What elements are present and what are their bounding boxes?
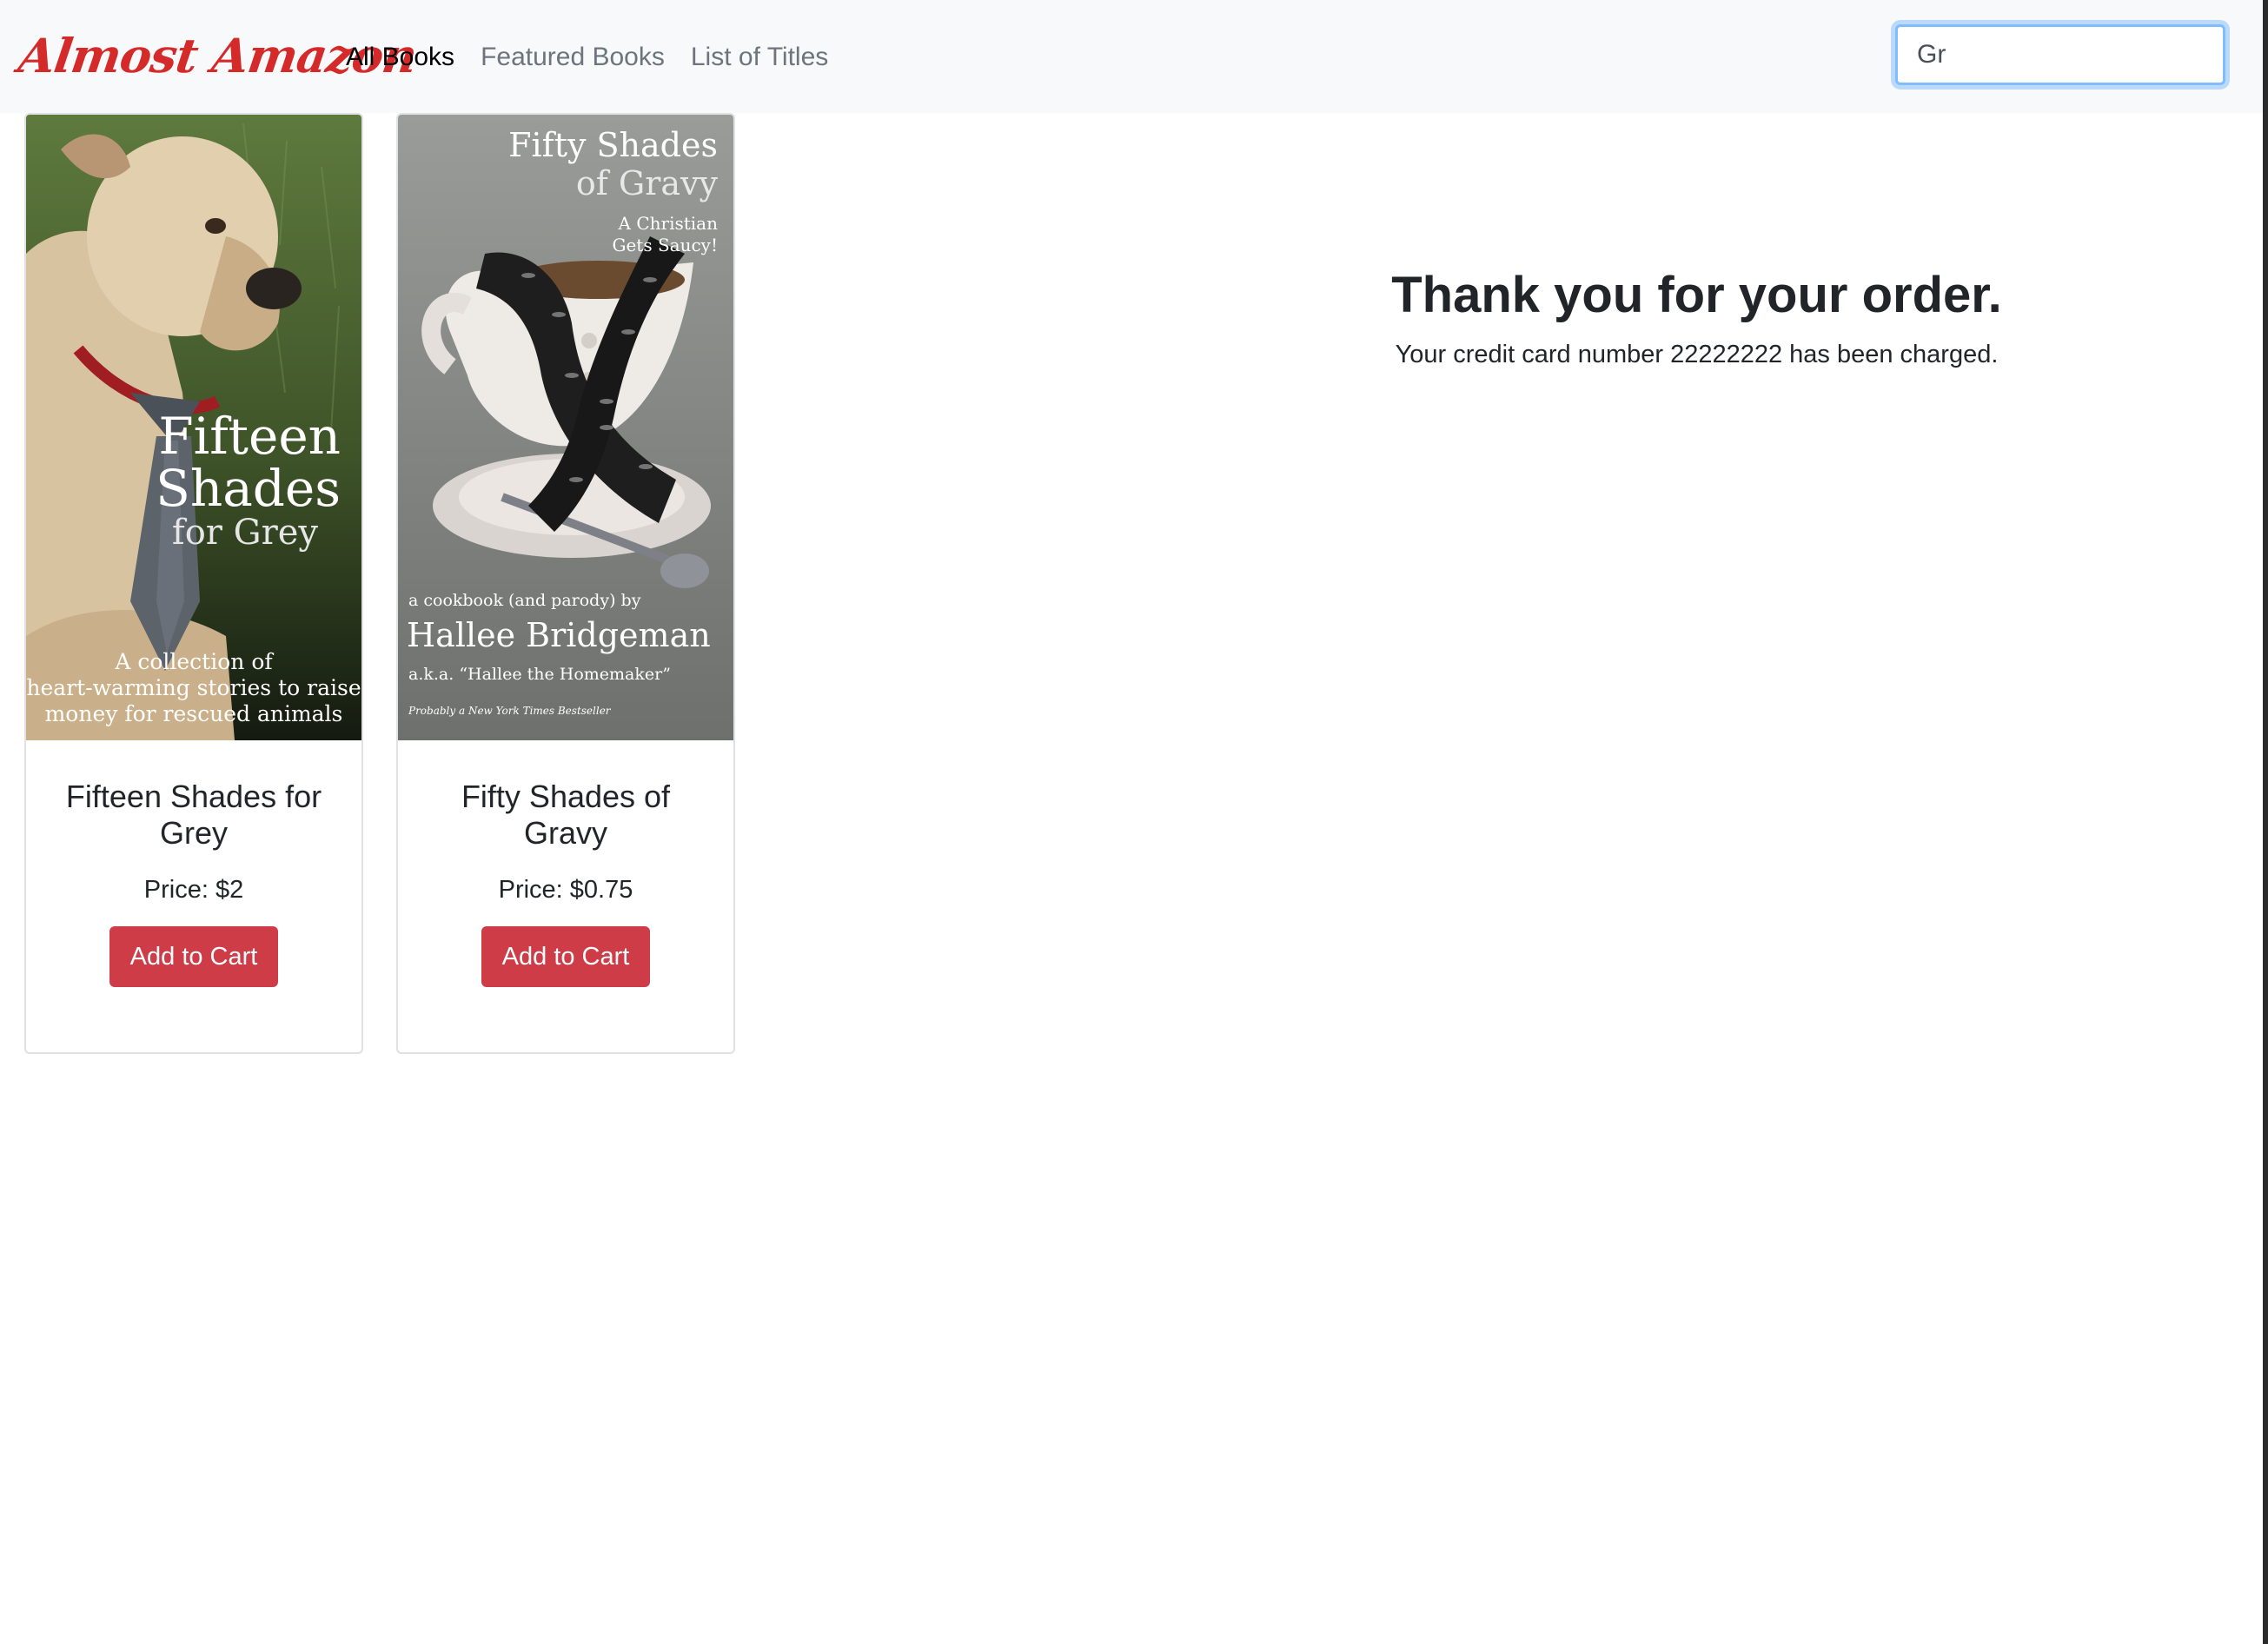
cover-title-line2: of Gravy bbox=[576, 164, 719, 202]
book-title: Fifty Shades of Gravy bbox=[461, 779, 671, 851]
book-price: Price: $0.75 bbox=[498, 876, 633, 904]
book-price: Price: $2 bbox=[143, 876, 244, 904]
cover-title-line1: Fifteen bbox=[158, 407, 341, 466]
book-card-fifteen-shades: Fifteen Shades for Grey A collection of … bbox=[24, 113, 363, 1054]
cover-title-line2: Shades bbox=[156, 459, 341, 518]
add-to-cart-button[interactable]: Add to Cart bbox=[481, 926, 651, 987]
cover-byline: a cookbook (and parody) by bbox=[408, 591, 641, 610]
cover-tagline-line2: heart-warming stories to raise bbox=[26, 675, 361, 700]
navbar: Almost Amazon All Books Featured Books L… bbox=[0, 0, 2263, 113]
nav-links: All Books Featured Books List of Titles bbox=[346, 33, 828, 82]
cover-footer: Probably a New York Times Bestseller bbox=[408, 705, 612, 717]
dog-in-necktie-cover: Fifteen Shades for Grey A collection of … bbox=[26, 115, 361, 740]
cover-tagline-line3: money for rescued animals bbox=[45, 701, 343, 726]
confirmation-heading: Thank you for your order. bbox=[1391, 267, 2002, 323]
order-confirmation: Thank you for your order. Your credit ca… bbox=[1173, 261, 2220, 372]
nav-link-list-of-titles[interactable]: List of Titles bbox=[691, 33, 828, 82]
cover-subtitle-line1: A Christian bbox=[618, 213, 719, 234]
card-body: Fifteen Shades for Grey Price: $2 Add to… bbox=[26, 740, 361, 987]
search-input[interactable] bbox=[1895, 24, 2225, 85]
book-title: Fifteen Shades for Grey bbox=[65, 779, 322, 851]
gravy-boat-cover: Fifty Shades of Gravy A Christian Gets S… bbox=[398, 115, 733, 740]
cover-subtitle-line2: Gets Saucy! bbox=[612, 235, 718, 255]
book-card-fifty-shades-of-gravy: Fifty Shades of Gravy A Christian Gets S… bbox=[396, 113, 735, 1054]
window-edge bbox=[2263, 0, 2268, 1644]
cover-author: Hallee Bridgeman bbox=[407, 616, 711, 654]
book-cover-image: Fifteen Shades for Grey A collection of … bbox=[26, 115, 361, 740]
confirmation-message: Your credit card number 22222222 has bee… bbox=[1395, 341, 1999, 368]
cover-title-line3: for Grey bbox=[172, 513, 318, 553]
cover-tagline-line1: A collection of bbox=[114, 649, 274, 674]
nav-link-featured-books[interactable]: Featured Books bbox=[481, 33, 665, 82]
cover-title-line1: Fifty Shades bbox=[508, 126, 718, 164]
add-to-cart-button[interactable]: Add to Cart bbox=[109, 926, 279, 987]
book-cover-image: Fifty Shades of Gravy A Christian Gets S… bbox=[398, 115, 733, 740]
cover-aka: a.k.a. “Hallee the Homemaker” bbox=[408, 665, 671, 684]
nav-link-all-books[interactable]: All Books bbox=[346, 33, 454, 82]
card-body: Fifty Shades of Gravy Price: $0.75 Add t… bbox=[398, 740, 733, 987]
